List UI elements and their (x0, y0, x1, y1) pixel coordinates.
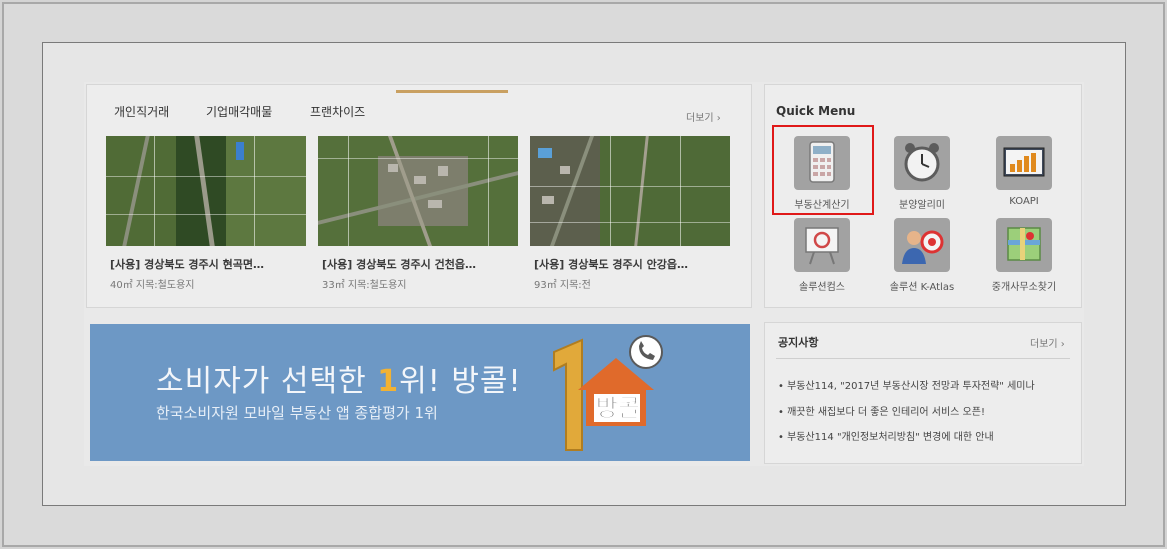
tab-corporate-sale[interactable]: 기업매각매물 (206, 103, 272, 120)
quick-menu-label: 중개사무소찾기 (991, 282, 1057, 293)
listing-card[interactable]: [사용] 경상북도 경주시 현곡면… 40㎡ 지목:철도용지 (106, 136, 306, 296)
quick-menu-find-agency[interactable]: 중개사무소찾기 (974, 218, 1074, 294)
listing-card[interactable]: [사용] 경상북도 경주시 안강읍… 93㎡ 지목:전 (530, 136, 730, 296)
notice-item[interactable]: • 부동산114 "개인정보처리방침" 변경에 대한 안내 (778, 428, 1074, 443)
notice-title: 공지사항 (778, 336, 819, 349)
highlight-box (772, 125, 874, 215)
notice-item[interactable]: • 부동산114, "2017년 부동산시장 전망과 투자전략" 세미나 (778, 377, 1074, 392)
listing-aerial-image (530, 136, 730, 246)
banner-title-number: 1 (377, 364, 400, 399)
notice-more-link[interactable]: 더보기 › (1030, 335, 1065, 350)
banner-logo-text: 방콜 (596, 394, 640, 422)
listing-title: [사용] 경상북도 경주시 건천읍… (322, 258, 476, 271)
listing-title: [사용] 경상북도 경주시 현곡면… (110, 258, 264, 271)
quick-menu-label: 솔루션컴스 (799, 282, 845, 293)
quick-menu-label: KOAPI (1009, 196, 1039, 207)
listing-meta: 33㎡ 지목:철도용지 (322, 280, 407, 291)
listing-aerial-image (106, 136, 306, 246)
target-person-icon (894, 218, 950, 272)
presentation-icon (794, 218, 850, 272)
notice-divider (776, 358, 1070, 359)
tab-personal-trade[interactable]: 개인직거래 (114, 103, 169, 120)
quick-menu-solution-k-atlas[interactable]: 솔루션 K-Atlas (872, 218, 972, 294)
listing-aerial-image (318, 136, 518, 246)
map-icon (996, 218, 1052, 272)
promo-banner[interactable]: 소비자가 선택한 1위! 방콜! 한국소비자원 모바일 부동산 앱 종합평가 1… (90, 324, 750, 461)
quick-menu-solution-coms[interactable]: 솔루션컴스 (772, 218, 872, 294)
banner-title: 소비자가 선택한 1위! 방콜! (156, 356, 522, 400)
active-tab-indicator (396, 90, 508, 93)
listings-more-link[interactable]: 더보기 › (686, 109, 721, 124)
listing-meta: 40㎡ 지목:철도용지 (110, 280, 195, 291)
listing-card[interactable]: [사용] 경상북도 경주시 건천읍… 33㎡ 지목:철도용지 (318, 136, 518, 296)
tab-franchise[interactable]: 프랜차이즈 (310, 103, 365, 120)
banner-title-post: 위! 방콜! (399, 364, 522, 399)
banner-subtitle: 한국소비자원 모바일 부동산 앱 종합평가 1위 (156, 404, 438, 422)
listing-meta: 93㎡ 지목:전 (534, 280, 591, 291)
quick-menu-label: 분양알리미 (899, 200, 945, 211)
banner-title-pre: 소비자가 선택한 (156, 364, 378, 399)
quick-menu-title: Quick Menu (776, 104, 856, 118)
quick-menu-sale-alert[interactable]: 분양알리미 (872, 136, 972, 212)
quick-menu-label: 솔루션 K-Atlas (889, 282, 955, 293)
quick-menu-koapi[interactable]: KOAPI (974, 136, 1074, 212)
notice-item[interactable]: • 깨끗한 새집보다 더 좋은 인테리어 서비스 오픈! (778, 403, 1074, 418)
listing-title: [사용] 경상북도 경주시 안강읍… (534, 258, 688, 271)
alarm-clock-icon (894, 136, 950, 190)
bangcall-logo-icon: 방콜 (553, 335, 663, 451)
bar-chart-icon (996, 136, 1052, 190)
